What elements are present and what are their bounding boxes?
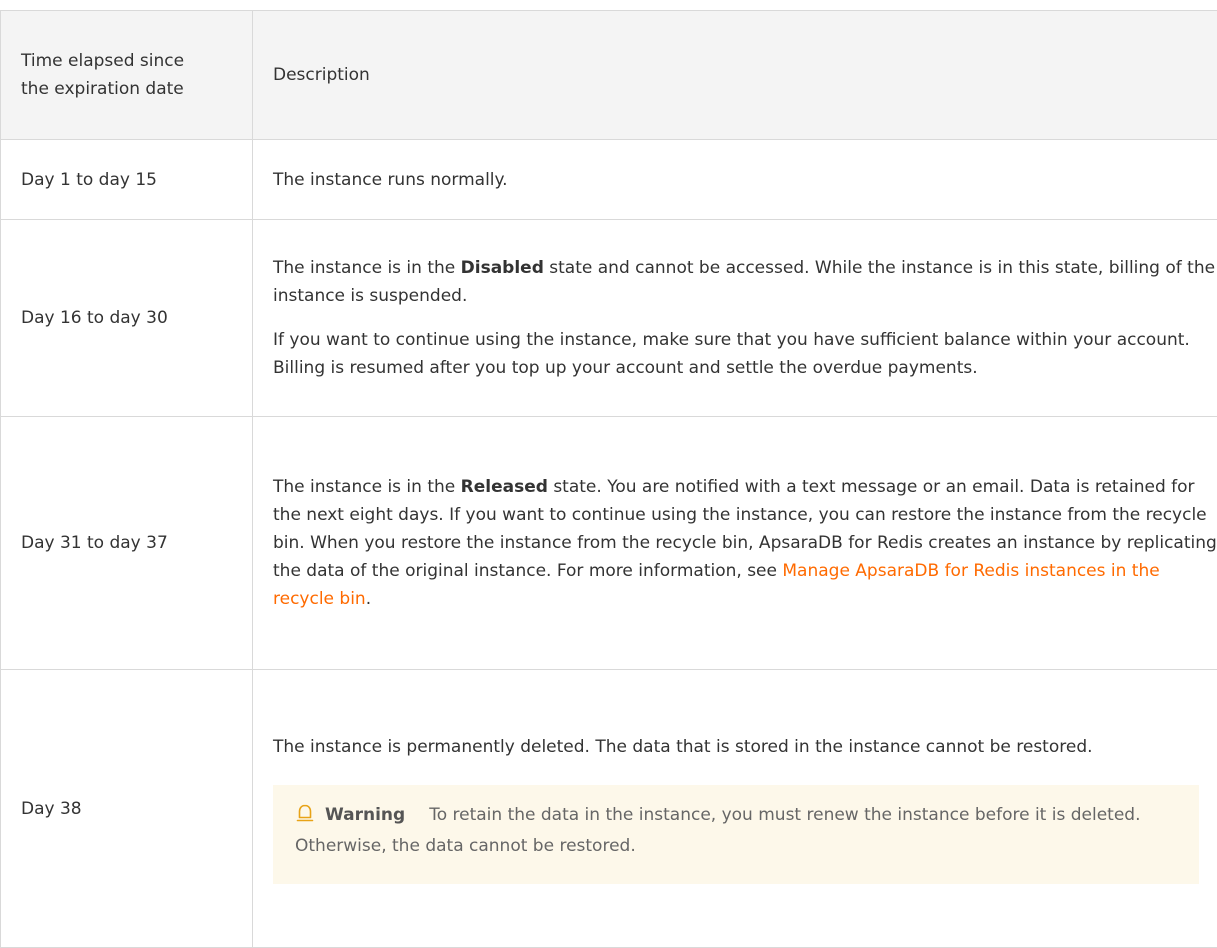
text-segment: The instance is in the xyxy=(273,477,461,497)
table-row: Day 1 to day 15 The instance runs normal… xyxy=(1,140,1217,220)
text-segment: . xyxy=(366,589,371,609)
warning-note: WarningTo retain the data in the instanc… xyxy=(273,785,1199,884)
row-time-cell: Day 38 xyxy=(1,670,253,948)
table-row: Day 38 The instance is permanently delet… xyxy=(1,670,1217,948)
expiration-table: Time elapsed since the expiration date D… xyxy=(0,10,1217,948)
bell-icon xyxy=(295,803,315,832)
description-paragraph: The instance is in the Released state. Y… xyxy=(273,473,1217,613)
row-description-cell: The instance is in the Released state. Y… xyxy=(253,417,1217,670)
header-description: Description xyxy=(253,11,1217,140)
row-time-cell: Day 16 to day 30 xyxy=(1,220,253,417)
row-description-cell: The instance is in the Disabled state an… xyxy=(253,220,1217,417)
table-row: Day 31 to day 37 The instance is in the … xyxy=(1,417,1217,670)
description-text: The instance runs normally. xyxy=(273,166,1217,194)
description-paragraph: The instance is in the Disabled state an… xyxy=(273,254,1217,310)
header-time-label: Time elapsed since the expiration date xyxy=(21,47,201,103)
description-text: The instance is permanently deleted. The… xyxy=(273,733,1217,761)
table-header-row: Time elapsed since the expiration date D… xyxy=(1,11,1217,140)
row-time-cell: Day 31 to day 37 xyxy=(1,417,253,670)
warning-text: To retain the data in the instance, you … xyxy=(295,805,1140,856)
header-time-elapsed: Time elapsed since the expiration date xyxy=(1,11,253,140)
state-name-disabled: Disabled xyxy=(461,258,544,278)
header-description-label: Description xyxy=(273,65,370,85)
row-time-cell: Day 1 to day 15 xyxy=(1,140,253,220)
row-description-cell: The instance is permanently deleted. The… xyxy=(253,670,1217,948)
state-name-released: Released xyxy=(461,477,548,497)
row-description-cell: The instance runs normally. xyxy=(253,140,1217,220)
table-row: Day 16 to day 30 The instance is in the … xyxy=(1,220,1217,417)
warning-title: Warning xyxy=(325,805,405,825)
text-segment: The instance is in the xyxy=(273,258,461,278)
description-paragraph: If you want to continue using the instan… xyxy=(273,326,1217,382)
